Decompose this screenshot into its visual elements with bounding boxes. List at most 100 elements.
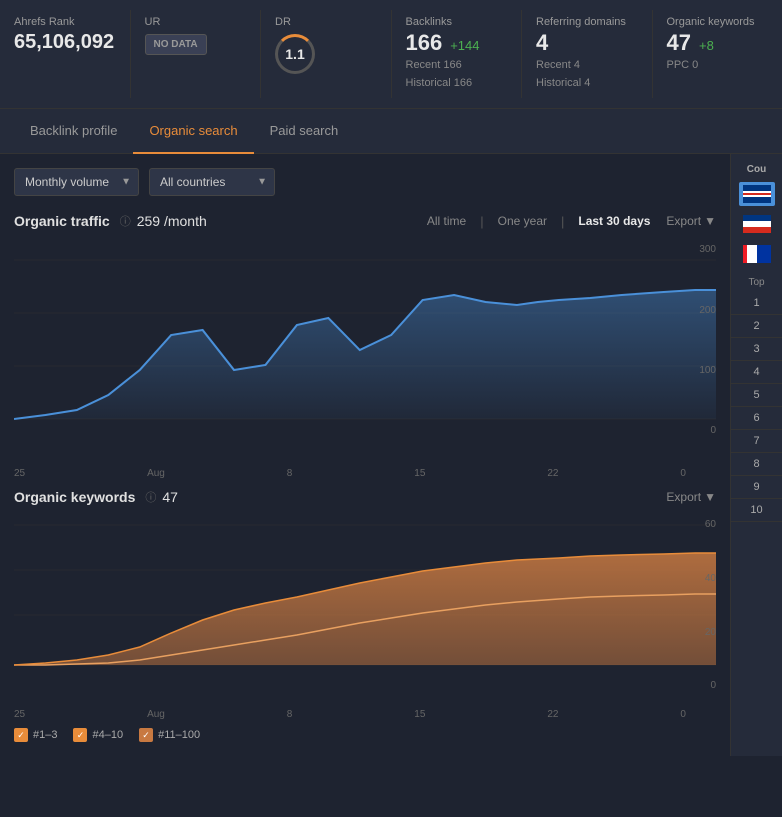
organic-keywords-info-icon: ⓘ [145, 489, 156, 505]
organic-keywords-stat: Organic keywords 47 +8 PPC 0 [653, 10, 782, 98]
traffic-chart-svg [14, 240, 716, 440]
legend-item-1-3: ✓ #1–3 [14, 728, 57, 742]
referring-domains-sub: Recent 4 Historical 4 [536, 57, 638, 92]
right-panel: Cou Top 1 2 3 4 [730, 154, 782, 756]
kw-y-label-20: 20 [686, 627, 716, 638]
tab-backlink-profile[interactable]: Backlink profile [14, 109, 133, 154]
backlinks-delta: +144 [450, 38, 479, 53]
backlinks-sub: Recent 166 Historical 166 [406, 57, 508, 92]
organic-keywords-chart-header: Organic keywords ⓘ 47 Export ▼ [14, 489, 716, 505]
top-num-3[interactable]: 3 [731, 338, 782, 361]
top-num-4[interactable]: 4 [731, 361, 782, 384]
top-num-7[interactable]: 7 [731, 430, 782, 453]
backlinks-value: 166 [406, 32, 443, 54]
organic-traffic-chart: 300 200 100 0 [14, 240, 716, 440]
top-num-2[interactable]: 2 [731, 315, 782, 338]
legend-item-11-100: ✓ #11–100 [139, 728, 200, 742]
top-num-8[interactable]: 8 [731, 453, 782, 476]
last-30-days-btn[interactable]: Last 30 days [574, 212, 654, 230]
organic-keywords-header-label: Organic keywords [667, 16, 769, 28]
top-num-5[interactable]: 5 [731, 384, 782, 407]
chart-legend: ✓ #1–3 ✓ #4–10 ✓ #11–100 [14, 728, 716, 742]
top-num-10[interactable]: 10 [731, 499, 782, 522]
one-year-btn[interactable]: One year [494, 212, 551, 230]
ahrefs-rank-label: Ahrefs Rank [14, 16, 116, 28]
kw-x-aug: Aug [147, 709, 165, 720]
kw-x-8: 8 [287, 709, 293, 720]
x-label-25: 25 [14, 468, 25, 479]
volume-select[interactable]: Monthly volume Annual volume [14, 168, 139, 196]
flag-svg-1 [743, 185, 771, 203]
time-filters: All time | One year | Last 30 days [423, 212, 655, 230]
keywords-chart-svg [14, 515, 716, 695]
ur-value: NO DATA [145, 34, 207, 55]
x-label-8: 8 [287, 468, 293, 479]
flag-item-3[interactable] [739, 242, 775, 266]
y-label-0: 0 [686, 425, 716, 436]
organic-keywords-ppc: PPC 0 [667, 57, 769, 75]
flag-svg-2 [743, 215, 771, 233]
kw-y-label-60: 60 [686, 519, 716, 530]
kw-x-22: 22 [547, 709, 558, 720]
kw-x-0: 0 [680, 709, 686, 720]
legend-check-4-10: ✓ [73, 728, 87, 742]
countries-select[interactable]: All countries United States United Kingd… [149, 168, 275, 196]
organic-keywords-header-value: 47 [667, 32, 691, 54]
legend-check-1-3: ✓ [14, 728, 28, 742]
keywords-export-btn[interactable]: Export ▼ [666, 490, 716, 504]
top-num-6[interactable]: 6 [731, 407, 782, 430]
flag-item-1[interactable] [739, 182, 775, 206]
volume-filter[interactable]: Monthly volume Annual volume ▼ [14, 168, 139, 196]
tab-organic-search[interactable]: Organic search [133, 109, 253, 154]
organic-traffic-value: 259 /month [137, 213, 207, 229]
legend-item-4-10: ✓ #4–10 [73, 728, 123, 742]
dr-value: 1.1 [275, 34, 315, 74]
dr-stat: DR 1.1 [261, 10, 392, 98]
ur-stat: UR NO DATA [131, 10, 262, 98]
x-label-aug: Aug [147, 468, 165, 479]
referring-domains-value: 4 [536, 32, 638, 54]
organic-keywords-chart-value: 47 [162, 489, 178, 505]
organic-keywords-delta: +8 [699, 38, 714, 53]
y-label-100: 100 [686, 365, 716, 376]
top-num-1[interactable]: 1 [731, 292, 782, 315]
keywords-y-axis: 60 40 20 0 [686, 515, 716, 695]
stats-bar: Ahrefs Rank 65,106,092 UR NO DATA DR 1.1… [0, 0, 782, 109]
legend-label-4-10: #4–10 [92, 729, 123, 741]
backlinks-label: Backlinks [406, 16, 508, 28]
organic-keywords-chart-title: Organic keywords [14, 489, 135, 505]
all-time-btn[interactable]: All time [423, 212, 470, 230]
legend-check-11-100: ✓ [139, 728, 153, 742]
flag-svg-3 [743, 245, 771, 263]
top-num-9[interactable]: 9 [731, 476, 782, 499]
export-arrow-icon: ▼ [704, 214, 716, 228]
traffic-x-axis: 25 Aug 8 15 22 0 [14, 464, 716, 479]
referring-domains-stat: Referring domains 4 Recent 4 Historical … [522, 10, 653, 98]
traffic-y-axis: 300 200 100 0 [686, 240, 716, 440]
kw-x-15: 15 [414, 709, 425, 720]
organic-keywords-chart: 60 40 20 0 [14, 515, 716, 695]
ahrefs-rank-value: 65,106,092 [14, 32, 116, 52]
traffic-area [14, 290, 716, 419]
right-panel-title: Cou [745, 160, 768, 179]
traffic-export-btn[interactable]: Export ▼ [666, 214, 716, 228]
legend-label-11-100: #11–100 [158, 729, 200, 741]
legend-label-1-3: #1–3 [33, 729, 57, 741]
keywords-x-axis: 25 Aug 8 15 22 0 [14, 705, 716, 720]
main-content: Monthly volume Annual volume ▼ All count… [0, 154, 782, 756]
tab-paid-search[interactable]: Paid search [254, 109, 355, 154]
kw-x-25: 25 [14, 709, 25, 720]
top-label: Top [748, 277, 764, 288]
dr-label: DR [275, 16, 377, 28]
tab-bar: Backlink profile Organic search Paid sea… [0, 109, 782, 154]
ur-label: UR [145, 16, 247, 28]
flag-item-2[interactable] [739, 212, 775, 236]
countries-filter[interactable]: All countries United States United Kingd… [149, 168, 275, 196]
filters-row: Monthly volume Annual volume ▼ All count… [14, 168, 716, 196]
y-label-300: 300 [686, 244, 716, 255]
x-label-22: 22 [547, 468, 558, 479]
organic-keywords-section: Organic keywords ⓘ 47 Export ▼ [14, 489, 716, 742]
x-label-15: 15 [414, 468, 425, 479]
kw-y-label-0: 0 [686, 680, 716, 691]
organic-traffic-info-icon: ⓘ [120, 213, 131, 229]
